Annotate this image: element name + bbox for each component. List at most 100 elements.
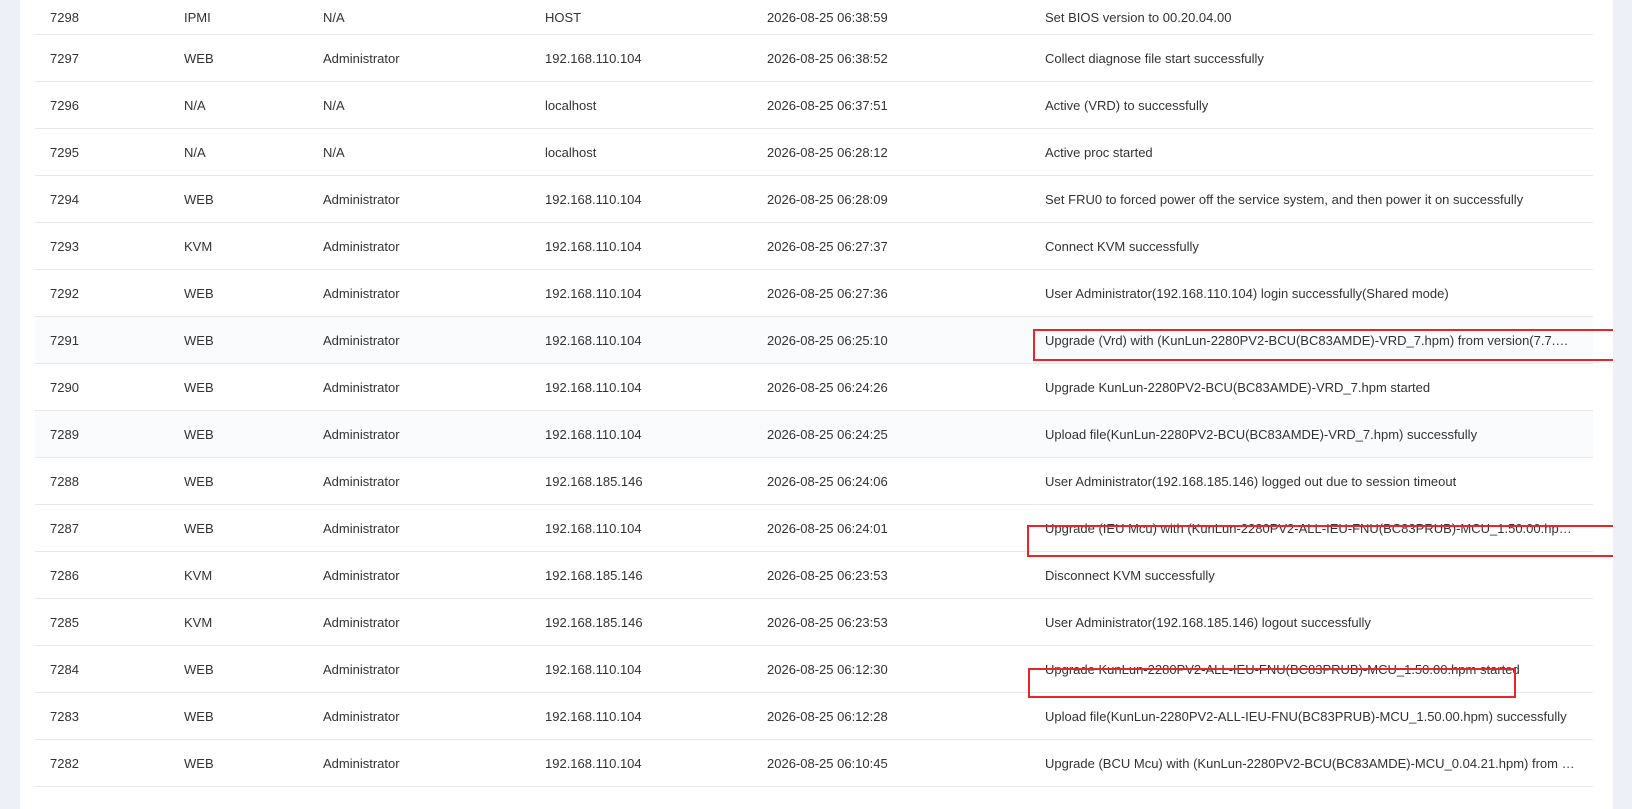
log-time-cell: 2026-08-25 06:23:53 bbox=[767, 599, 1007, 645]
log-address-cell: 192.168.185.146 bbox=[545, 599, 745, 645]
log-interface-cell: KVM bbox=[184, 599, 304, 645]
log-description-text: Upload file(KunLun-2280PV2-BCU(BC83AMDE)… bbox=[1045, 426, 1478, 442]
log-interface-text: IPMI bbox=[184, 9, 211, 25]
log-time-text: 2026-08-25 06:10:45 bbox=[767, 755, 888, 771]
log-address-text: 192.168.110.104 bbox=[545, 426, 642, 442]
log-interface-cell: WEB bbox=[184, 317, 304, 363]
log-interface-text: WEB bbox=[184, 191, 214, 207]
log-interface-text: N/A bbox=[184, 144, 206, 160]
log-user-cell: Administrator bbox=[323, 317, 523, 363]
table-row[interactable]: 7293 KVM Administrator 192.168.110.104 2026-… bbox=[35, 223, 1593, 270]
log-user-text: Administrator bbox=[323, 238, 400, 254]
table-row[interactable]: 7290 WEB Administrator 192.168.110.104 2026-… bbox=[35, 364, 1593, 411]
log-id-cell: 7282 bbox=[50, 740, 160, 786]
log-interface-cell: WEB bbox=[184, 176, 304, 222]
log-interface-text: WEB bbox=[184, 379, 214, 395]
table-row[interactable]: 7286 KVM Administrator 192.168.185.146 2026-… bbox=[35, 552, 1593, 599]
log-address-cell: HOST bbox=[545, 0, 745, 34]
log-interface-cell: WEB bbox=[184, 458, 304, 504]
table-row[interactable]: 7284 WEB Administrator 192.168.110.104 2026-… bbox=[35, 646, 1593, 693]
table-row[interactable]: 7291 WEB Administrator 192.168.110.104 2026-… bbox=[35, 317, 1593, 364]
log-user-text: Administrator bbox=[323, 661, 400, 677]
log-id-text: 7290 bbox=[50, 379, 79, 395]
log-time-cell: 2026-08-25 06:24:26 bbox=[767, 364, 1007, 410]
log-id-cell: 7298 bbox=[50, 0, 160, 34]
log-time-cell: 2026-08-25 06:27:36 bbox=[767, 270, 1007, 316]
log-description-text: Connect KVM successfully bbox=[1045, 238, 1199, 254]
log-id-text: 7285 bbox=[50, 614, 79, 630]
log-interface-text: KVM bbox=[184, 614, 213, 630]
log-interface-cell: KVM bbox=[184, 552, 304, 598]
log-interface-text: WEB bbox=[184, 50, 214, 66]
log-address-text: 192.168.110.104 bbox=[545, 708, 642, 724]
table-row[interactable]: 7289 WEB Administrator 192.168.110.104 2026-… bbox=[35, 411, 1593, 458]
log-id-cell: 7287 bbox=[50, 505, 160, 551]
log-description-cell: Connect KVM successfully bbox=[1045, 223, 1585, 269]
log-description-text: Upload file(KunLun-2280PV2-ALL-IEU-FNU(B… bbox=[1045, 708, 1567, 724]
log-description-text: Upgrade (Vrd) with (KunLun-2280PV2-BCU(B… bbox=[1045, 332, 1575, 348]
table-row[interactable]: 7297 WEB Administrator 192.168.110.104 2026-… bbox=[35, 35, 1593, 82]
log-interface-cell: WEB bbox=[184, 646, 304, 692]
table-row[interactable]: 7287 WEB Administrator 192.168.110.104 2026-… bbox=[35, 505, 1593, 552]
log-time-cell: 2026-08-25 06:25:10 bbox=[767, 317, 1007, 363]
table-row[interactable]: 7283 WEB Administrator 192.168.110.104 2026-… bbox=[35, 693, 1593, 740]
log-interface-text: WEB bbox=[184, 332, 214, 348]
log-address-cell: localhost bbox=[545, 129, 745, 175]
table-row[interactable]: 7285 KVM Administrator 192.168.185.146 2026-… bbox=[35, 599, 1593, 646]
log-address-text: 192.168.185.146 bbox=[545, 567, 643, 583]
log-time-text: 2026-08-25 06:28:12 bbox=[767, 144, 888, 160]
log-id-text: 7291 bbox=[50, 332, 79, 348]
log-description-text: User Administrator(192.168.185.146) logo… bbox=[1045, 614, 1371, 630]
log-time-cell: 2026-08-25 06:23:53 bbox=[767, 552, 1007, 598]
log-user-cell: Administrator bbox=[323, 411, 523, 457]
log-time-text: 2026-08-25 06:25:10 bbox=[767, 332, 888, 348]
log-address-cell: 192.168.110.104 bbox=[545, 505, 745, 551]
log-description-text: Disconnect KVM successfully bbox=[1045, 567, 1215, 583]
log-time-cell: 2026-08-25 06:37:51 bbox=[767, 82, 1007, 128]
log-interface-cell: WEB bbox=[184, 35, 304, 81]
log-description-cell: Active (VRD) to successfully bbox=[1045, 82, 1585, 128]
log-interface-cell: WEB bbox=[184, 505, 304, 551]
log-description-text: Set BIOS version to 00.20.04.00 bbox=[1045, 9, 1232, 25]
log-address-cell: 192.168.110.104 bbox=[545, 35, 745, 81]
log-id-cell: 7295 bbox=[50, 129, 160, 175]
log-address-cell: 192.168.110.104 bbox=[545, 740, 745, 786]
log-id-cell: 7297 bbox=[50, 35, 160, 81]
log-user-cell: N/A bbox=[323, 0, 523, 34]
log-user-cell: Administrator bbox=[323, 35, 523, 81]
log-id-text: 7298 bbox=[50, 9, 79, 25]
log-user-text: Administrator bbox=[323, 50, 400, 66]
log-description-cell: User Administrator(192.168.185.146) logo… bbox=[1045, 599, 1585, 645]
table-row[interactable]: 7288 WEB Administrator 192.168.185.146 2026-… bbox=[35, 458, 1593, 505]
log-interface-cell: N/A bbox=[184, 129, 304, 175]
log-id-text: 7288 bbox=[50, 473, 79, 489]
log-interface-cell: N/A bbox=[184, 82, 304, 128]
table-row[interactable]: 7295 N/A N/A localhost 2026-08-25 06:28:12 Ac… bbox=[35, 129, 1593, 176]
log-time-cell: 2026-08-25 06:12:28 bbox=[767, 693, 1007, 739]
table-row[interactable]: 7298 IPMI N/A HOST 2026-08-25 06:38:59 Set BI… bbox=[35, 0, 1593, 35]
log-user-cell: Administrator bbox=[323, 646, 523, 692]
table-row[interactable]: 7292 WEB Administrator 192.168.110.104 2026-… bbox=[35, 270, 1593, 317]
log-user-text: Administrator bbox=[323, 473, 400, 489]
log-user-text: Administrator bbox=[323, 285, 400, 301]
log-user-cell: Administrator bbox=[323, 552, 523, 598]
log-address-text: 192.168.110.104 bbox=[545, 50, 642, 66]
table-row[interactable]: 7296 N/A N/A localhost 2026-08-25 06:37:51 Ac… bbox=[35, 82, 1593, 129]
log-time-text: 2026-08-25 06:12:30 bbox=[767, 661, 888, 677]
log-id-cell: 7296 bbox=[50, 82, 160, 128]
log-interface-text: KVM bbox=[184, 567, 213, 583]
log-user-cell: N/A bbox=[323, 129, 523, 175]
log-id-cell: 7292 bbox=[50, 270, 160, 316]
log-user-cell: Administrator bbox=[323, 176, 523, 222]
log-address-cell: 192.168.110.104 bbox=[545, 223, 745, 269]
log-user-text: Administrator bbox=[323, 426, 400, 442]
log-time-text: 2026-08-25 06:37:51 bbox=[767, 97, 888, 113]
table-row[interactable]: 7282 WEB Administrator 192.168.110.104 2026-… bbox=[35, 740, 1593, 787]
log-user-cell: Administrator bbox=[323, 740, 523, 786]
log-description-text: Upgrade KunLun-2280PV2-ALL-IEU-FNU(BC83P… bbox=[1045, 661, 1520, 677]
log-interface-cell: KVM bbox=[184, 223, 304, 269]
log-address-text: HOST bbox=[545, 9, 582, 25]
table-row[interactable]: 7294 WEB Administrator 192.168.110.104 2026-… bbox=[35, 176, 1593, 223]
log-time-text: 2026-08-25 06:23:53 bbox=[767, 614, 888, 630]
log-id-text: 7292 bbox=[50, 285, 79, 301]
